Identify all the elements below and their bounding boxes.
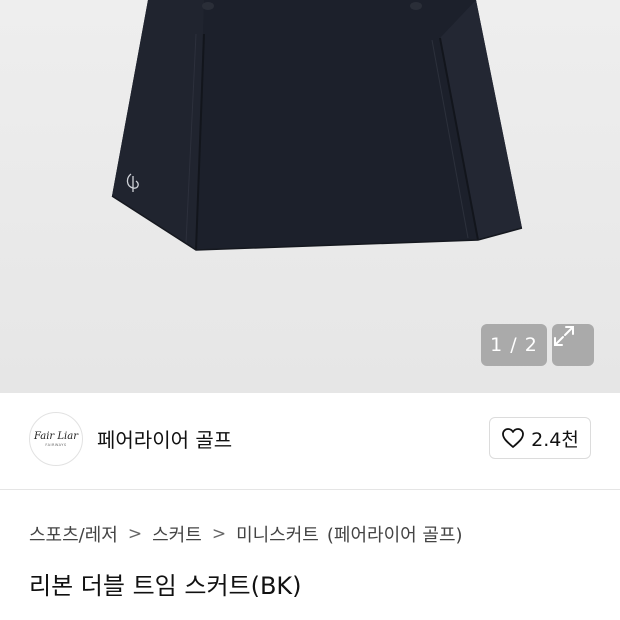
like-count: 2.4천 [531, 428, 579, 451]
breadcrumb-item[interactable]: 스포츠/레저 [29, 521, 118, 547]
product-title: 리본 더블 트임 스커트(BK) [29, 572, 302, 600]
breadcrumb-item[interactable]: 스커트 [152, 521, 202, 547]
heart-outline-icon [502, 428, 525, 448]
brand-row: Fair Liar FAIRWAYS 페어라이어 골프 2.4천 [0, 393, 620, 490]
breadcrumb-item[interactable]: (페어라이어 골프) [327, 521, 463, 547]
expand-icon [554, 326, 574, 346]
product-image-gallery[interactable]: 1 / 2 [0, 0, 620, 393]
breadcrumb-item[interactable]: 미니스커트 [236, 521, 319, 547]
like-button[interactable]: 2.4천 [489, 417, 591, 459]
chevron-right-icon: > [211, 524, 227, 544]
image-counter: 1 / 2 [481, 324, 547, 366]
brand-logo-subtext: FAIRWAYS [45, 442, 67, 447]
breadcrumb: 스포츠/레저 > 스커트 > 미니스커트 (페어라이어 골프) [29, 521, 463, 547]
brand-logo-text: Fair Liar [34, 430, 78, 442]
expand-button[interactable] [552, 324, 594, 366]
brand-logo[interactable]: Fair Liar FAIRWAYS [29, 412, 83, 466]
brand-name[interactable]: 페어라이어 골프 [97, 424, 232, 453]
chevron-right-icon: > [127, 524, 143, 544]
